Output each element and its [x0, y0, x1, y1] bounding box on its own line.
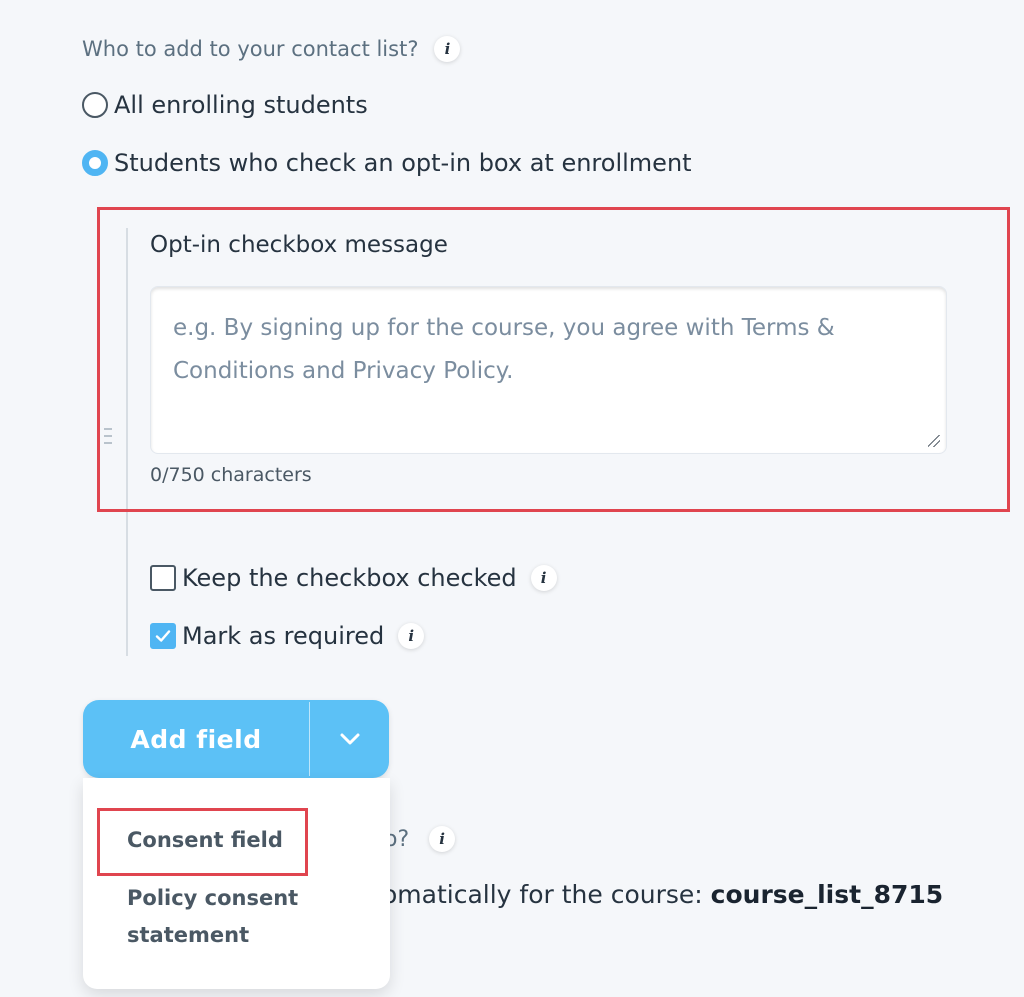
- info-icon[interactable]: i: [398, 623, 425, 649]
- add-field-split-button: Add field: [83, 700, 389, 778]
- chevron-down-icon: [340, 733, 359, 745]
- radio-button-selected[interactable]: [82, 150, 108, 176]
- question-label: Who to add to your contact list?: [82, 37, 419, 61]
- checkbox-label: Keep the checkbox checked: [182, 564, 517, 592]
- optin-message-textarea[interactable]: e.g. By signing up for the course, you a…: [150, 286, 947, 454]
- info-icon[interactable]: i: [429, 826, 456, 852]
- mark-required-option[interactable]: Mark as required i: [150, 622, 425, 650]
- radio-label: All enrolling students: [114, 91, 368, 119]
- checkbox-label: Mark as required: [182, 622, 385, 650]
- menu-item-policy-consent-statement[interactable]: Policy consent statement: [127, 880, 327, 954]
- add-field-dropdown-toggle[interactable]: [310, 700, 389, 778]
- checkbox-checked[interactable]: [150, 623, 176, 649]
- highlight-box-consent-field: [97, 808, 308, 876]
- background-course-list-line: omatically for the course: course_list_8…: [382, 880, 943, 909]
- checkmark-icon: [155, 630, 171, 642]
- resize-grip-icon[interactable]: [928, 435, 940, 447]
- add-field-button[interactable]: Add field: [83, 700, 309, 778]
- char-counter: 0/750 characters: [150, 464, 312, 486]
- radio-button[interactable]: [82, 92, 108, 118]
- info-icon[interactable]: i: [530, 565, 557, 591]
- info-icon[interactable]: i: [434, 36, 461, 62]
- checkbox[interactable]: [150, 565, 176, 591]
- background-line-text: omatically for the course:: [382, 880, 711, 909]
- radio-label: Students who check an opt-in box at enro…: [114, 149, 692, 177]
- radio-opt-in-students[interactable]: Students who check an opt-in box at enro…: [82, 149, 692, 177]
- keep-checked-option[interactable]: Keep the checkbox checked i: [150, 564, 557, 592]
- background-question-fragment: o? i: [384, 826, 456, 852]
- optin-message-label: Opt-in checkbox message: [150, 232, 448, 258]
- course-list-name: course_list_8715: [710, 880, 944, 909]
- contact-list-question: Who to add to your contact list? i: [82, 36, 461, 62]
- radio-all-students[interactable]: All enrolling students: [82, 91, 368, 119]
